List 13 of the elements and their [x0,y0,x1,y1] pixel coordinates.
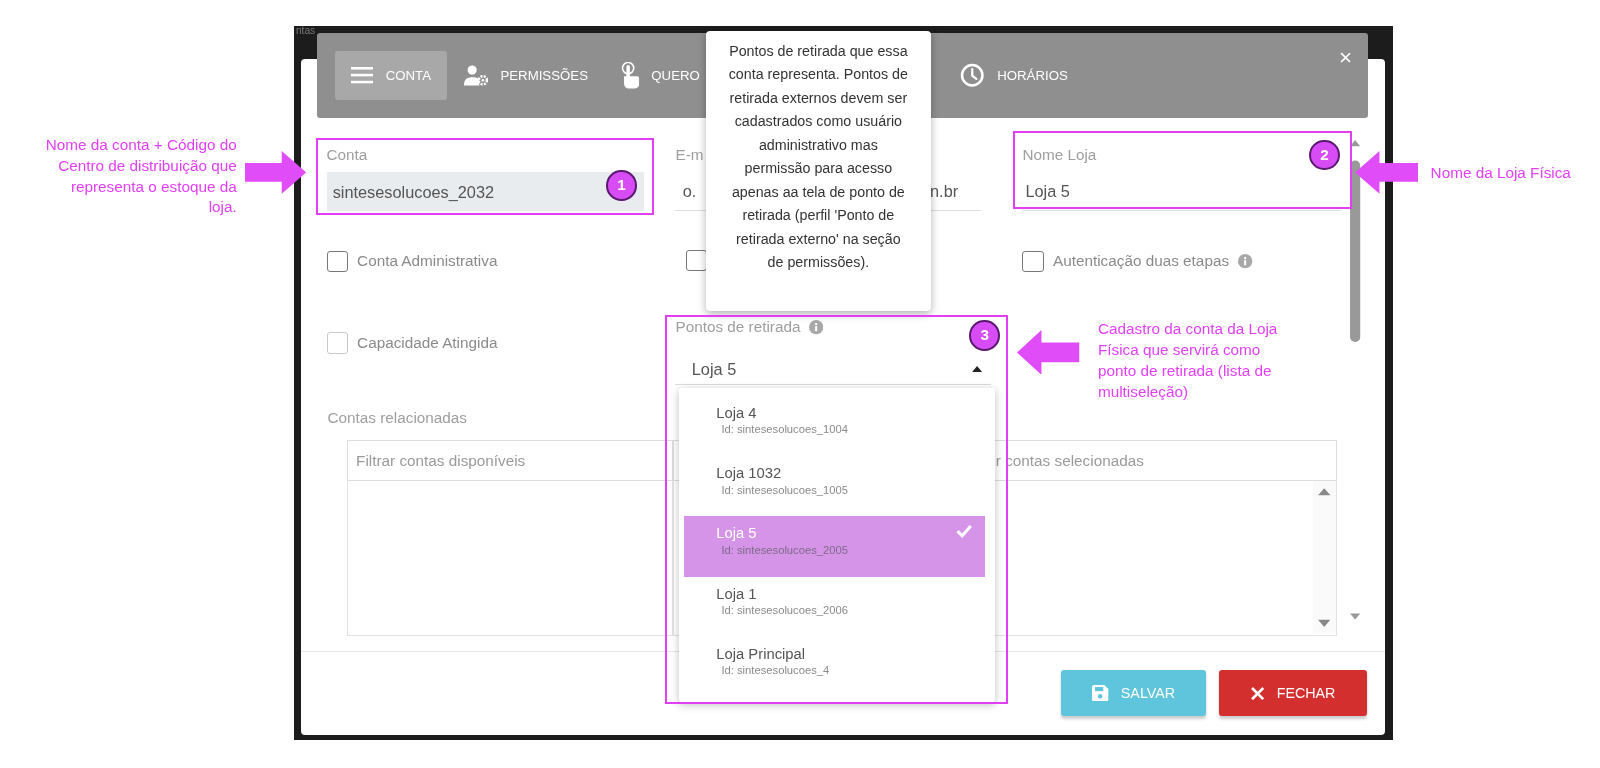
checkbox-label: Capacidade Atingida [357,332,498,353]
annotation-text: Nome da Loja Física [1430,163,1572,184]
field-label: E-m [675,146,704,164]
section-label: Contas relacionadas [327,408,467,429]
checkbox-label: Autenticação duas etapas [1053,250,1230,271]
field-label: Conta [326,146,368,164]
annotation-text: Cadastro da conta da Loja Física que servirá como ponto de retirada (lista de multiseleção) [1097,319,1279,403]
checkbox-label: Conta Administrativa [357,250,498,271]
tooltip-text: Pontos de retirada que essa conta representa. Pontos de retirada externos devem ser cadastrados como usuário administrativo mas permissão para acesso apenas aa tela de ponto de retirada (perfil 'Ponto de retirada externo' na seção de permissões). [727,41,909,272]
field-label: Pontos de retirada [675,319,801,336]
annotation-text: Nome da conta + Código do Centro de distribuição que representa o estoque da loja. [44,134,237,218]
field-label: Nome Loja [1022,146,1097,164]
page-title: ntas [294,25,316,35]
